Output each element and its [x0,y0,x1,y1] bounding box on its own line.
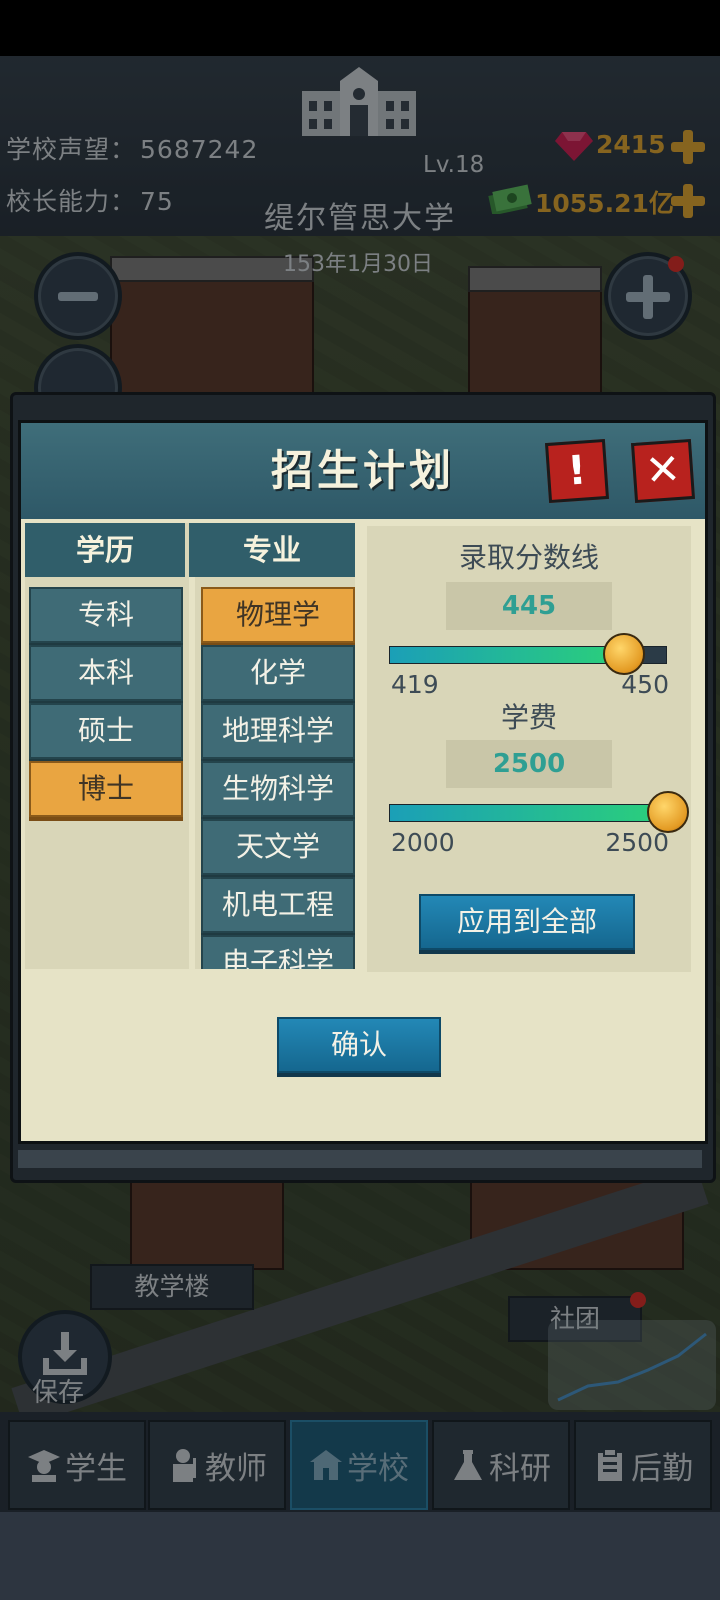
score-slider-fill [390,647,622,663]
fee-value: 2500 [446,740,612,788]
degree-item-master[interactable]: 硕士 [29,703,183,759]
score-slider[interactable] [389,633,667,675]
selection-panel: 学历 专业 专科 本科 硕士 博士 物理学 化学 地理科学 生物科学 天文学 机… [25,523,355,969]
confirm-button[interactable]: 确认 [277,1017,441,1073]
apply-to-all-button[interactable]: 应用到全部 [419,894,635,950]
major-item-mechatronics[interactable]: 机电工程 [201,877,355,933]
fee-slider-fill [390,805,666,821]
major-item-physics[interactable]: 物理学 [201,587,355,643]
fee-slider-handle[interactable] [647,791,689,833]
major-item-astronomy[interactable]: 天文学 [201,819,355,875]
score-max: 450 [621,670,669,699]
fee-slider[interactable] [389,791,689,833]
settings-panel: 录取分数线 445 419 450 学费 2500 2000 2500 应用到全… [364,523,694,975]
major-item-chemistry[interactable]: 化学 [201,645,355,701]
modal-footer-bar [18,1150,702,1168]
degree-header: 学历 [25,523,185,577]
major-item-electronics[interactable]: 电子科学 [201,935,355,969]
exclamation-icon: ! [566,447,588,495]
major-list[interactable]: 物理学 化学 地理科学 生物科学 天文学 机电工程 电子科学 [199,583,355,969]
status-bar [0,0,720,56]
score-label: 录取分数线 [458,541,599,574]
close-icon: ✕ [643,443,683,496]
major-item-biology[interactable]: 生物科学 [201,761,355,817]
score-value: 445 [446,582,612,630]
enrollment-plan-dialog: 招生计划 ! ✕ 学历 专业 专科 本科 硕士 博士 物理学 化学 地理科学 生… [18,420,708,1144]
fee-max: 2500 [605,828,669,857]
major-header: 专业 [189,523,355,577]
degree-item-associate[interactable]: 专科 [29,587,183,643]
degree-item-bachelor[interactable]: 本科 [29,645,183,701]
dialog-header: 招生计划 ! ✕ [21,423,705,519]
close-button[interactable]: ✕ [630,438,696,504]
system-nav-bar [0,1512,720,1600]
fee-min: 2000 [391,828,455,857]
score-min: 419 [391,670,439,699]
major-item-geography[interactable]: 地理科学 [201,703,355,759]
hint-button[interactable]: ! [544,438,610,504]
degree-item-doctor[interactable]: 博士 [29,761,183,817]
score-slider-handle[interactable] [602,633,645,675]
fee-label: 学费 [500,701,557,734]
